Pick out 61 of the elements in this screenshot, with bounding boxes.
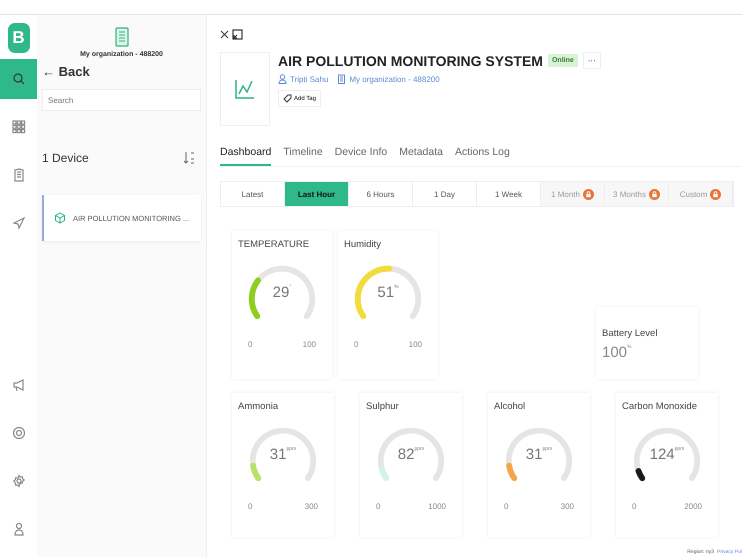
- organization-link[interactable]: My organization - 488200: [349, 74, 440, 84]
- device-title: AIR POLLUTION MONITORING SYSTEM: [278, 52, 543, 68]
- nav-search-button[interactable]: [0, 59, 37, 99]
- tab[interactable]: Device Info: [334, 146, 388, 166]
- cube-icon: [54, 212, 66, 224]
- gauge-value: 51$^{%}$: [376, 284, 400, 301]
- gauge-min: 0: [504, 502, 508, 511]
- gauge-min: 0: [248, 340, 252, 349]
- tab[interactable]: Metadata: [399, 146, 443, 166]
- widget-title: Ammonia: [238, 401, 280, 412]
- expand-icon[interactable]: [232, 29, 243, 40]
- search-field[interactable]: Search: [42, 89, 201, 111]
- paper-plane-icon: [12, 216, 26, 230]
- widget-title: TEMPERATURE: [238, 239, 310, 250]
- lock-icon: [582, 188, 594, 200]
- sort-icon[interactable]: [183, 151, 195, 165]
- lock-icon: [710, 188, 722, 200]
- gauge-max: 1000: [428, 502, 446, 511]
- gauge-max: 300: [560, 502, 574, 511]
- tag-icon: [283, 94, 292, 103]
- person-icon: [278, 74, 287, 84]
- gauge-track: [250, 428, 316, 482]
- building-icon: [337, 74, 346, 84]
- widget-title: Sulphur: [366, 401, 400, 412]
- building-icon: [12, 168, 26, 182]
- close-icon[interactable]: [220, 30, 229, 39]
- grid-icon: [12, 120, 26, 134]
- back-button[interactable]: ← Back: [42, 58, 201, 79]
- gauge-track: [354, 266, 422, 320]
- widget-title: Humidity: [344, 239, 382, 250]
- device-count: 1 Device: [42, 151, 89, 165]
- gauge-min: 0: [376, 502, 380, 511]
- lock-icon: [648, 188, 660, 200]
- search-icon: [12, 72, 26, 86]
- gauge-value: 124$^{ppm}$: [648, 446, 686, 463]
- widget-title: Battery Level: [602, 328, 658, 338]
- gauge-track: [378, 428, 444, 482]
- owner-link[interactable]: Tripti Sahu: [290, 74, 328, 84]
- gauge-value: 31$^{ppm}$: [524, 446, 554, 463]
- gauge-track: [506, 428, 572, 482]
- gauge-max: 100: [408, 340, 422, 349]
- gauge-value: 31$^{ppm}$: [268, 446, 298, 463]
- widget-title: Carbon Monoxide: [622, 401, 698, 412]
- gauge-max: 100: [302, 340, 316, 349]
- gauge-min: 0: [632, 502, 636, 511]
- gauge-track: [634, 428, 700, 482]
- tab[interactable]: Dashboard: [220, 146, 272, 166]
- gauge-value: 29$^{°}$: [272, 284, 292, 301]
- gauge-max: 2000: [684, 502, 702, 511]
- gauge-max: 300: [304, 502, 318, 511]
- gauge-value: 82$^{ppm}$: [396, 446, 426, 463]
- gauge-track: [248, 266, 316, 320]
- tab[interactable]: Actions Log: [454, 146, 510, 166]
- widget-value: 100$^{%}$: [602, 344, 632, 360]
- more-button[interactable]: ···: [582, 52, 601, 69]
- building-icon: [114, 27, 128, 47]
- gauge-min: 0: [248, 502, 252, 511]
- widget-title: Alcohol: [494, 401, 526, 412]
- tab[interactable]: Timeline: [283, 146, 323, 166]
- gauge-min: 0: [354, 340, 358, 349]
- time-range-tab[interactable]: Last Hour: [285, 182, 349, 206]
